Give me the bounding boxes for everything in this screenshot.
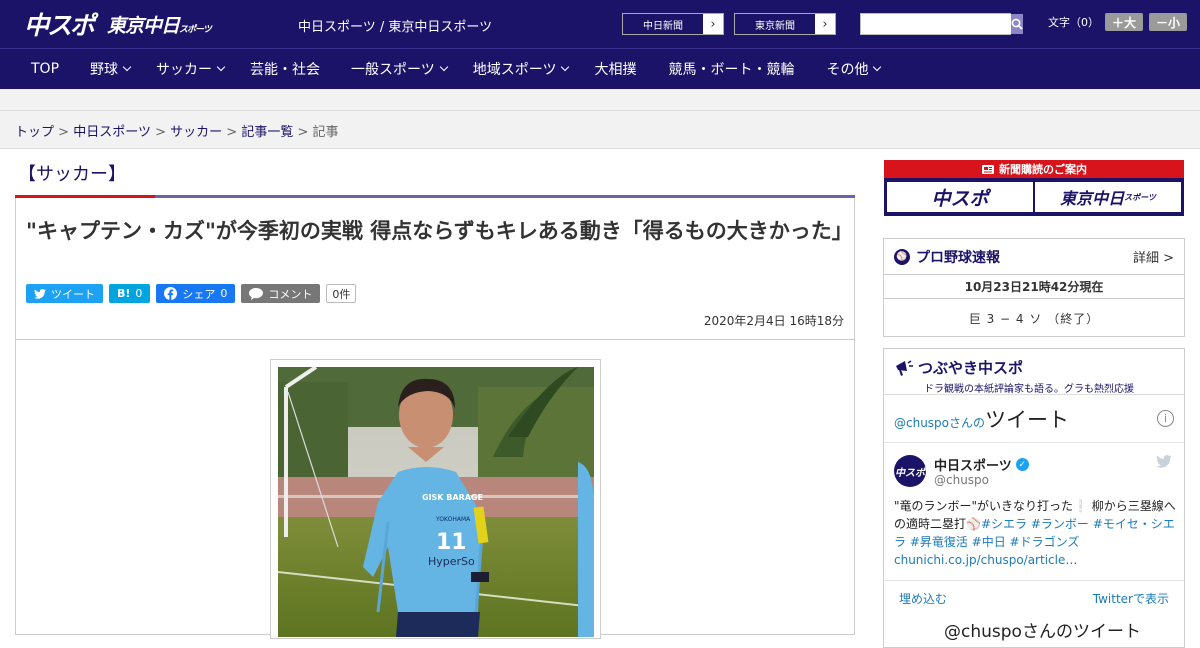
- facebook-share-button[interactable]: シェア 0: [156, 284, 236, 303]
- comment-count: 0件: [326, 284, 357, 303]
- facebook-icon: [164, 287, 178, 300]
- megaphone-icon: [896, 359, 913, 376]
- article-photo[interactable]: GISK BARAGE YOKOHAMA 11 HyperSo: [270, 359, 601, 639]
- baseball-title: プロ野球速報: [916, 249, 1000, 266]
- tweet-button[interactable]: ツイート: [26, 284, 103, 303]
- tsubuyaki-title: つぶやき中スポ: [918, 359, 1024, 377]
- subscription-chuspo[interactable]: 中スポ: [887, 182, 1033, 212]
- font-size-label: 文字（0）: [1048, 16, 1099, 29]
- tweet-card[interactable]: 中スポ 中日スポーツ ✓ @chuspo "竜のランボー"がいきなり打った❕ 柳か…: [884, 443, 1184, 581]
- speech-bubble-icon: [249, 287, 264, 300]
- embed-link[interactable]: 埋め込む: [899, 590, 947, 607]
- paper-link-label: 中日新聞: [623, 14, 703, 34]
- tweet-text: "竜のランボー"がいきなり打った❕ 柳から三塁線への適時二塁打⚾#シエラ #ラン…: [894, 499, 1176, 567]
- verified-badge-icon: ✓: [1015, 458, 1029, 471]
- nav-item-local-sports[interactable]: 地域スポーツ: [473, 49, 570, 90]
- nav-item-racing[interactable]: 競馬・ボート・競輪: [668, 49, 794, 90]
- top-header: 中スポ 東京中日スポーツ 中日スポーツ / 東京中日スポーツ 中日新聞 › 東京…: [0, 0, 1200, 48]
- breadcrumb-top[interactable]: トップ: [15, 125, 54, 140]
- facebook-count: 0: [220, 287, 228, 300]
- logo-chuspo: 中スポ: [24, 11, 95, 40]
- baseball-scores-box: ⚾ プロ野球速報 詳細 > 10月23日21時42分現在 巨 3 − 4 ソ （終…: [883, 238, 1185, 337]
- logo-tokyo-chunichi: 東京中日スポーツ: [107, 14, 212, 37]
- site-logo[interactable]: 中スポ 東京中日スポーツ: [24, 10, 212, 40]
- nav-item-other[interactable]: その他: [826, 49, 882, 90]
- article-headline: "キャプテン・カズ"が今季初の実戦 得点ならずもキレある動き「得るもの大きかった…: [26, 219, 853, 243]
- twitter-handle-link[interactable]: @chuspoさんの: [894, 416, 985, 430]
- ad-band: [0, 89, 1200, 149]
- tsubuyaki-subtitle: ドラ観戦の本紙評論家も語る。グラも熱烈応援: [924, 384, 1134, 395]
- nav-item-soccer[interactable]: サッカー: [156, 49, 226, 90]
- info-icon[interactable]: i: [1157, 410, 1174, 427]
- search-button[interactable]: [1011, 14, 1023, 34]
- site-title: 中日スポーツ / 東京中日スポーツ: [298, 20, 493, 35]
- breadcrumb-article-list[interactable]: 記事一覧: [241, 125, 293, 140]
- chevron-down-icon: [122, 62, 132, 72]
- twitter-bird-icon[interactable]: [1156, 455, 1172, 468]
- search-icon: [1011, 18, 1023, 30]
- article-topline: [15, 195, 855, 198]
- chevron-down-icon: [873, 62, 882, 72]
- tokyo-shimbun-link[interactable]: 東京新聞 ›: [734, 13, 836, 35]
- twitter-bird-icon: [34, 288, 46, 299]
- player-photo-image: GISK BARAGE YOKOHAMA 11 HyperSo: [278, 367, 594, 637]
- subscription-tokyo-chunichi[interactable]: 東京中日 スポーツ: [1035, 182, 1181, 212]
- twitter-box: つぶやき中スポ ドラ観戦の本紙評論家も語る。グラも熱烈応援 @chuspoさんの…: [883, 348, 1185, 648]
- subscription-header: 新聞購読のご案内: [999, 163, 1087, 176]
- tweet-author-name[interactable]: 中日スポーツ: [934, 455, 1012, 474]
- chevron-down-icon: [439, 62, 448, 72]
- breadcrumb-current: 記事: [312, 125, 339, 140]
- nav-item-top[interactable]: TOP: [31, 49, 59, 90]
- breadcrumb-chunichi-sports[interactable]: 中日スポーツ: [73, 125, 151, 140]
- hatena-count: 0: [135, 287, 143, 300]
- breadcrumb: トップ > 中日スポーツ > サッカー > 記事一覧 > 記事: [15, 125, 339, 140]
- tweet-author-handle[interactable]: @chuspo: [934, 473, 989, 487]
- hatena-icon: B!: [117, 287, 131, 300]
- hatena-bookmark-button[interactable]: B! 0: [109, 284, 151, 303]
- font-larger-button[interactable]: ＋大: [1105, 13, 1143, 31]
- breadcrumb-soccer[interactable]: サッカー: [170, 125, 222, 140]
- nav-item-general-sports[interactable]: 一般スポーツ: [351, 49, 448, 90]
- baseball-score[interactable]: 巨 3 − 4 ソ （終了）: [884, 299, 1184, 337]
- jersey-sponsor: GISK BARAGE: [422, 493, 483, 502]
- jersey-brand: HyperSo: [428, 555, 475, 568]
- nav-item-baseball[interactable]: 野球: [90, 49, 132, 90]
- comment-button[interactable]: コメント: [241, 284, 321, 303]
- font-smaller-button[interactable]: －小: [1149, 13, 1187, 31]
- main-nav: TOP 野球 サッカー 芸能・社会 一般スポーツ 地域スポーツ 大相撲 競馬・ボ…: [0, 48, 1200, 89]
- paper-link-label: 東京新聞: [735, 14, 815, 34]
- baseball-details-link[interactable]: 詳細 >: [1133, 247, 1174, 266]
- tweet-link[interactable]: chunichi.co.jp/chuspo/article…: [894, 553, 1077, 567]
- twitter-header-title: ツイート: [985, 407, 1070, 432]
- search-box: [860, 13, 1023, 35]
- nav-item-entertainment[interactable]: 芸能・社会: [250, 49, 320, 90]
- font-size-control: 文字（0） ＋大 －小: [1048, 13, 1187, 31]
- chevron-down-icon: [216, 62, 226, 72]
- chevron-right-icon: ›: [710, 16, 716, 32]
- view-on-twitter-link[interactable]: Twitterで表示: [1093, 590, 1169, 607]
- chevron-down-icon: [561, 62, 570, 72]
- baseball-icon: ⚾: [894, 248, 910, 265]
- article-date: 2020年2月4日 16時18分: [703, 314, 844, 328]
- divider: [16, 339, 854, 340]
- nav-item-sumo[interactable]: 大相撲: [594, 49, 636, 90]
- article-category: 【サッカー】: [18, 164, 126, 185]
- subscription-banner[interactable]: 新聞購読のご案内 中スポ 東京中日 スポーツ: [884, 160, 1184, 216]
- newspaper-icon: [982, 164, 994, 174]
- search-input[interactable]: [861, 14, 1011, 34]
- chevron-right-icon: ›: [822, 16, 828, 32]
- chunichi-shimbun-link[interactable]: 中日新聞 ›: [622, 13, 724, 35]
- avatar[interactable]: 中スポ: [894, 455, 926, 487]
- jersey-number: 11: [436, 530, 467, 555]
- share-bar: ツイート B! 0 シェア 0 コメント 0件: [26, 284, 357, 303]
- jersey-city: YOKOHAMA: [435, 516, 471, 523]
- baseball-update-time: 10月23日21時42分現在: [884, 275, 1184, 299]
